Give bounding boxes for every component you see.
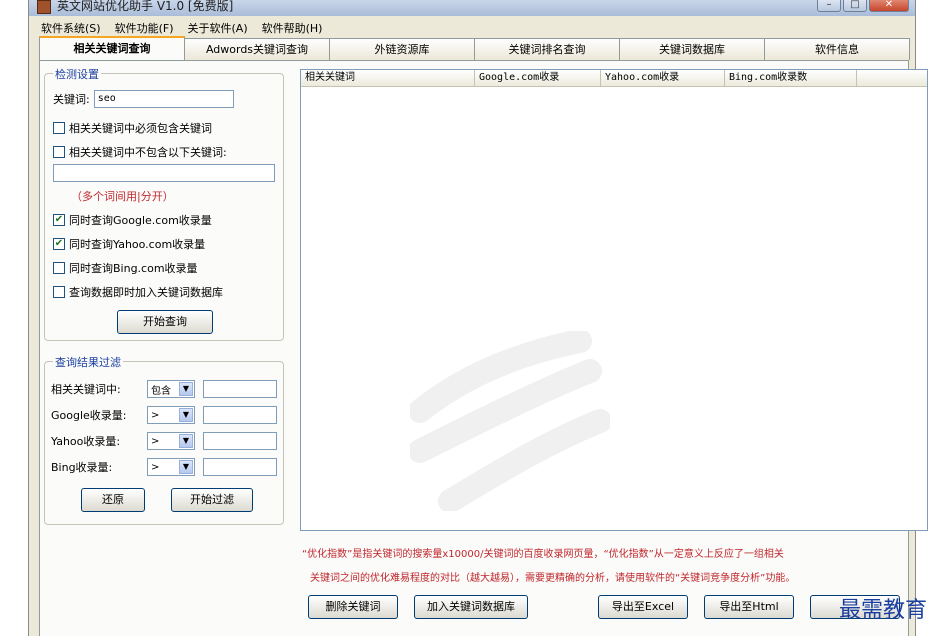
detect-settings-group: 检测设置 关键词: seo 相关关键词中必须包含关键词 相关关键词中不包含以下关… <box>44 66 284 341</box>
yahoo-checkbox[interactable]: ✔ <box>53 238 65 250</box>
filter-label-keyword: 相关关键词中: <box>51 383 121 396</box>
title-bar[interactable]: 英文网站优化助手 V1.0 [免费版] – □ ✕ <box>29 0 915 16</box>
filter-group: 查询结果过滤 相关关键词中: 包含 ▼ Google收录量: > ▼ Yahoo… <box>44 354 284 525</box>
add-db-checkbox[interactable] <box>53 286 65 298</box>
menu-system[interactable]: 软件系统(S) <box>41 20 101 36</box>
tab-strip: 相关关键词查询 Adwords关键词查询 外链资源库 关键词排名查询 关键词数据… <box>39 36 910 60</box>
export-html-button[interactable]: 导出至Html <box>704 595 794 619</box>
bing-label: 同时查询Bing.com收录量 <box>69 262 198 275</box>
chevron-down-icon: ▼ <box>179 460 193 474</box>
delete-keyword-button[interactable]: 删除关键词 <box>308 595 398 619</box>
start-filter-button[interactable]: 开始过滤 <box>171 488 253 512</box>
start-query-button[interactable]: 开始查询 <box>117 310 213 334</box>
filter-op-keyword[interactable]: 包含 ▼ <box>147 380 195 398</box>
must-contain-checkbox[interactable] <box>53 122 65 134</box>
maximize-button[interactable]: □ <box>843 0 867 12</box>
google-checkbox[interactable]: ✔ <box>53 214 65 226</box>
tab-adwords[interactable]: Adwords关键词查询 <box>184 38 330 60</box>
separator-hint: （多个词间用|分开） <box>71 190 174 203</box>
filter-legend: 查询结果过滤 <box>53 354 123 370</box>
google-label: 同时查询Google.com收录量 <box>69 214 212 227</box>
filter-op-yahoo[interactable]: > ▼ <box>147 432 195 450</box>
exclude-checkbox[interactable] <box>53 146 65 158</box>
tab-keyword-db[interactable]: 关键词数据库 <box>619 38 765 60</box>
optimization-note-line2: 关键词之间的优化难易程度的对比（越大越易），需要更精确的分析，请使用软件的“关键… <box>310 573 796 584</box>
detect-settings-legend: 检测设置 <box>53 66 101 82</box>
close-button[interactable]: ✕ <box>869 0 909 12</box>
watermark-text: 最需教育 <box>838 598 927 623</box>
menu-about[interactable]: 关于软件(A) <box>188 20 248 36</box>
chevron-down-icon: ▼ <box>179 408 193 422</box>
column-related-keyword[interactable]: 相关关键词 <box>301 70 475 86</box>
add-to-database-button[interactable]: 加入关键词数据库 <box>414 595 528 619</box>
results-header: 相关关键词 Google.com收录 Yahoo.com收录 Bing.com收… <box>301 70 927 87</box>
filter-value-yahoo[interactable] <box>203 432 277 450</box>
tab-ranking[interactable]: 关键词排名查询 <box>474 38 620 60</box>
results-list[interactable]: 相关关键词 Google.com收录 Yahoo.com收录 Bing.com收… <box>300 69 928 531</box>
must-contain-label: 相关关键词中必须包含关键词 <box>69 122 212 135</box>
keyword-label: 关键词: <box>53 93 90 106</box>
exclude-input[interactable] <box>53 164 275 182</box>
menu-function[interactable]: 软件功能(F) <box>115 20 174 36</box>
tab-panel: 检测设置 关键词: seo 相关关键词中必须包含关键词 相关关键词中不包含以下关… <box>39 60 928 636</box>
filter-label-bing: Bing收录量: <box>51 461 113 474</box>
tab-related-keywords[interactable]: 相关关键词查询 <box>39 36 185 60</box>
filter-label-yahoo: Yahoo收录量: <box>51 435 121 448</box>
exclude-label: 相关关键词中不包含以下关键词: <box>69 146 227 159</box>
bing-checkbox[interactable] <box>53 262 65 274</box>
app-icon <box>37 0 51 14</box>
export-excel-button[interactable]: 导出至Excel <box>598 595 688 619</box>
optimization-note-line1: “优化指数”是指关键词的搜索量x10000/关键词的百度收录网页量，“优化指数”… <box>302 549 784 560</box>
app-window: 英文网站优化助手 V1.0 [免费版] – □ ✕ 软件系统(S) 软件功能(F… <box>28 0 928 636</box>
chevron-down-icon: ▼ <box>179 382 193 396</box>
minimize-button[interactable]: – <box>817 0 841 12</box>
filter-label-google: Google收录量: <box>51 409 127 422</box>
menu-bar: 软件系统(S) 软件功能(F) 关于软件(A) 软件帮助(H) <box>29 18 915 38</box>
window-title: 英文网站优化助手 V1.0 [免费版] <box>57 0 234 13</box>
keyword-input[interactable]: seo <box>93 90 234 108</box>
column-bing[interactable]: Bing.com收录数 <box>725 70 857 86</box>
add-db-label: 查询数据即时加入关键词数据库 <box>69 286 223 299</box>
yahoo-label: 同时查询Yahoo.com收录量 <box>69 238 206 251</box>
filter-op-google[interactable]: > ▼ <box>147 406 195 424</box>
filter-value-bing[interactable] <box>203 458 277 476</box>
column-google[interactable]: Google.com收录 <box>475 70 601 86</box>
filter-value-keyword[interactable] <box>203 380 277 398</box>
chevron-down-icon: ▼ <box>179 434 193 448</box>
filter-op-bing[interactable]: > ▼ <box>147 458 195 476</box>
tab-software-info[interactable]: 软件信息 <box>764 38 910 60</box>
filter-value-google[interactable] <box>203 406 277 424</box>
menu-help[interactable]: 软件帮助(H) <box>262 20 323 36</box>
tab-backlinks[interactable]: 外链资源库 <box>329 38 475 60</box>
reset-button[interactable]: 还原 <box>81 488 145 512</box>
column-yahoo[interactable]: Yahoo.com收录 <box>601 70 725 86</box>
